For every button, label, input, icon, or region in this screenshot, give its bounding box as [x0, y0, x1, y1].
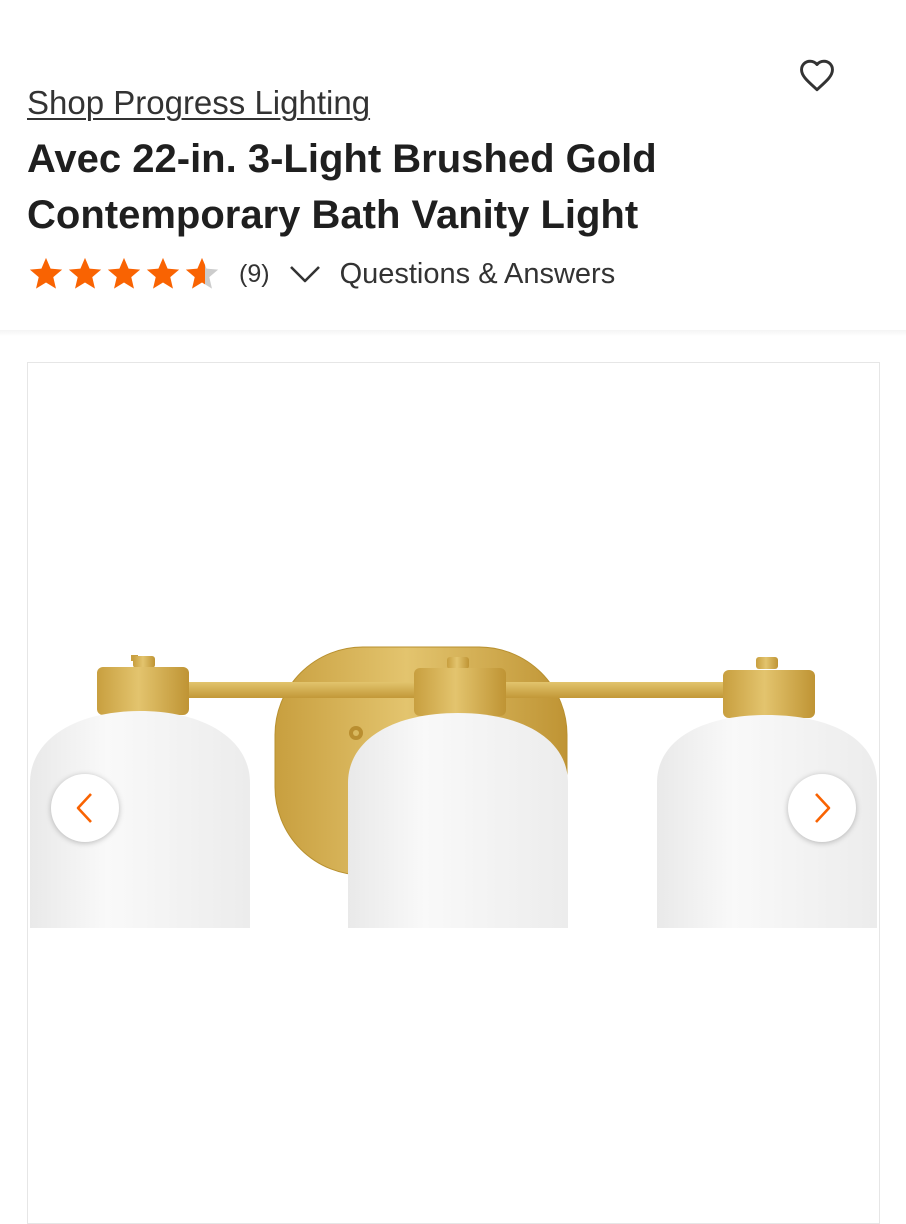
- heart-outline-icon: [800, 59, 834, 92]
- chevron-down-icon: [289, 266, 320, 283]
- star-icon: [146, 257, 180, 289]
- reviews-toggle-button[interactable]: [288, 263, 322, 285]
- favorite-button[interactable]: [796, 54, 838, 96]
- chevron-left-icon: [76, 793, 92, 823]
- gallery-next-button[interactable]: [788, 774, 856, 842]
- chevron-right-icon: [815, 793, 831, 823]
- star-rating[interactable]: [27, 255, 222, 293]
- star-icon: [68, 257, 102, 289]
- star-icon: [185, 257, 219, 289]
- product-image-gallery[interactable]: [27, 362, 880, 1224]
- brand-link[interactable]: Shop Progress Lighting: [27, 84, 370, 122]
- product-image: [30, 646, 877, 928]
- questions-answers-link[interactable]: Questions & Answers: [340, 258, 616, 291]
- star-icon: [29, 257, 63, 289]
- section-divider: [0, 330, 906, 336]
- review-count[interactable]: (9): [239, 260, 270, 289]
- star-icon: [107, 257, 141, 289]
- rating-row: (9) Questions & Answers: [27, 252, 615, 296]
- gallery-prev-button[interactable]: [51, 774, 119, 842]
- product-title: Avec 22-in. 3-Light Brushed Gold Contemp…: [27, 137, 657, 237]
